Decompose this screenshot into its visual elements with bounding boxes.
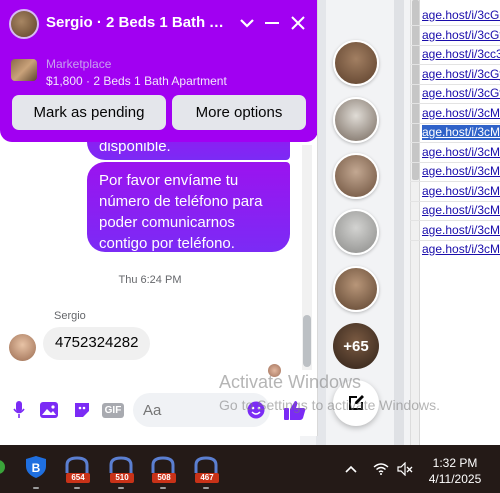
image-link[interactable]: age.host/i/3cGt xyxy=(422,28,500,43)
sender-name: Sergio xyxy=(54,310,86,322)
more-chats-count[interactable]: +65 xyxy=(333,323,379,369)
row-divider xyxy=(410,64,500,65)
chat-scrollbar-thumb[interactable] xyxy=(303,315,311,367)
chat-scrollbar[interactable] xyxy=(302,145,312,370)
row-divider xyxy=(410,44,500,46)
calendar-app-icon[interactable]: 510 xyxy=(107,453,135,483)
taskbar-running-indicator xyxy=(33,487,39,489)
scrollbar-thumb[interactable] xyxy=(412,0,419,180)
listing-thumbnail[interactable] xyxy=(11,59,37,81)
image-link[interactable]: age.host/i/3cGv xyxy=(422,86,500,101)
outgoing-message: Por favor envíame tu número de teléfono … xyxy=(87,162,290,252)
minimize-icon[interactable] xyxy=(261,12,283,34)
row-divider xyxy=(410,220,500,221)
chat-head[interactable] xyxy=(333,266,379,312)
sender-avatar[interactable] xyxy=(9,334,36,361)
image-link[interactable]: age.host/i/3cMr xyxy=(422,184,500,199)
clock-date: 4/11/2025 xyxy=(428,472,482,486)
notification-badge: 467 xyxy=(195,473,219,483)
clock-time: 1:32 PM xyxy=(432,456,478,470)
calendar-app-icon[interactable]: 467 xyxy=(192,453,220,483)
image-link[interactable]: age.host/i/3cMX xyxy=(422,242,500,257)
close-icon[interactable] xyxy=(287,12,309,34)
row-divider xyxy=(410,83,500,85)
photo-icon[interactable] xyxy=(38,399,60,421)
shield-app-icon[interactable]: B xyxy=(22,453,50,481)
wifi-icon[interactable] xyxy=(372,460,390,478)
row-divider xyxy=(410,103,500,104)
chat-window: disponible. Por favor envíame tu número … xyxy=(0,0,318,436)
image-link[interactable]: age.host/i/3cGI xyxy=(422,8,500,23)
row-divider xyxy=(410,161,500,163)
incoming-message: 4752324282 xyxy=(43,327,151,360)
image-link[interactable]: age.host/i/3cMx xyxy=(422,145,500,160)
image-link[interactable]: age.host/i/3cMa xyxy=(422,203,500,218)
activation-watermark-subtitle: Go to Settings to activate Windows. xyxy=(219,397,440,413)
row-divider xyxy=(410,25,500,26)
chat-head[interactable] xyxy=(333,153,379,199)
row-divider xyxy=(410,239,500,241)
image-link[interactable]: age.host/i/3cMu xyxy=(422,106,500,121)
notification-badge: 508 xyxy=(152,473,176,483)
taskbar-running-indicator xyxy=(203,487,209,489)
calendar-app-icon[interactable]: 508 xyxy=(149,453,177,483)
listing-description[interactable]: $1,800 · 2 Beds 1 Bath Apartment xyxy=(46,74,227,88)
mark-as-pending-button[interactable]: Mark as pending xyxy=(12,95,166,130)
chevron-up-icon[interactable] xyxy=(342,460,360,478)
image-link[interactable]: age.host/i/3cGy xyxy=(422,67,500,82)
svg-text:B: B xyxy=(32,461,41,475)
activation-watermark-title: Activate Windows xyxy=(219,372,362,392)
contact-avatar[interactable] xyxy=(9,9,39,39)
listing-source: Marketplace xyxy=(46,57,112,71)
microphone-icon[interactable] xyxy=(8,399,30,421)
image-link[interactable]: age.host/i/3cc3 xyxy=(422,47,500,62)
notification-badge: 510 xyxy=(110,473,134,483)
row-divider xyxy=(410,122,500,124)
system-clock[interactable]: 1:32 PM 4/11/2025 xyxy=(425,455,485,487)
taskbar: B 654 510 508 467 1:32 PM 4/11/2025 xyxy=(0,445,500,493)
calendar-app-icon[interactable]: 654 xyxy=(63,453,91,483)
row-divider xyxy=(410,181,500,182)
more-options-button[interactable]: More options xyxy=(172,95,306,130)
taskbar-app-icon[interactable] xyxy=(0,453,8,481)
chat-head[interactable] xyxy=(333,97,379,143)
browser-scrollbar[interactable] xyxy=(411,0,420,445)
chat-header: Sergio · 2 Beds 1 Bath Apartment Marketp… xyxy=(0,0,317,142)
image-link[interactable]: age.host/i/3cM1 xyxy=(422,223,500,238)
notification-badge: 654 xyxy=(66,473,90,483)
gif-label: GIF xyxy=(101,402,125,418)
image-link[interactable]: age.host/i/3cMl xyxy=(422,164,500,179)
sticker-icon[interactable] xyxy=(71,399,93,421)
gif-icon[interactable]: GIF xyxy=(101,399,125,421)
chat-title[interactable]: Sergio · 2 Beds 1 Bath Apartment xyxy=(46,14,232,31)
taskbar-running-indicator xyxy=(118,487,124,489)
chat-head[interactable] xyxy=(333,209,379,255)
chevron-down-icon[interactable] xyxy=(236,12,258,34)
message-timestamp: Thu 6:24 PM xyxy=(118,274,182,286)
row-divider xyxy=(410,200,500,202)
row-divider xyxy=(410,142,500,143)
chat-head[interactable] xyxy=(333,40,379,86)
speaker-muted-icon[interactable] xyxy=(396,460,414,478)
taskbar-running-indicator xyxy=(160,487,166,489)
background-column xyxy=(394,0,404,445)
taskbar-running-indicator xyxy=(74,487,80,489)
image-link[interactable]: age.host/i/3cM1 xyxy=(422,125,500,140)
